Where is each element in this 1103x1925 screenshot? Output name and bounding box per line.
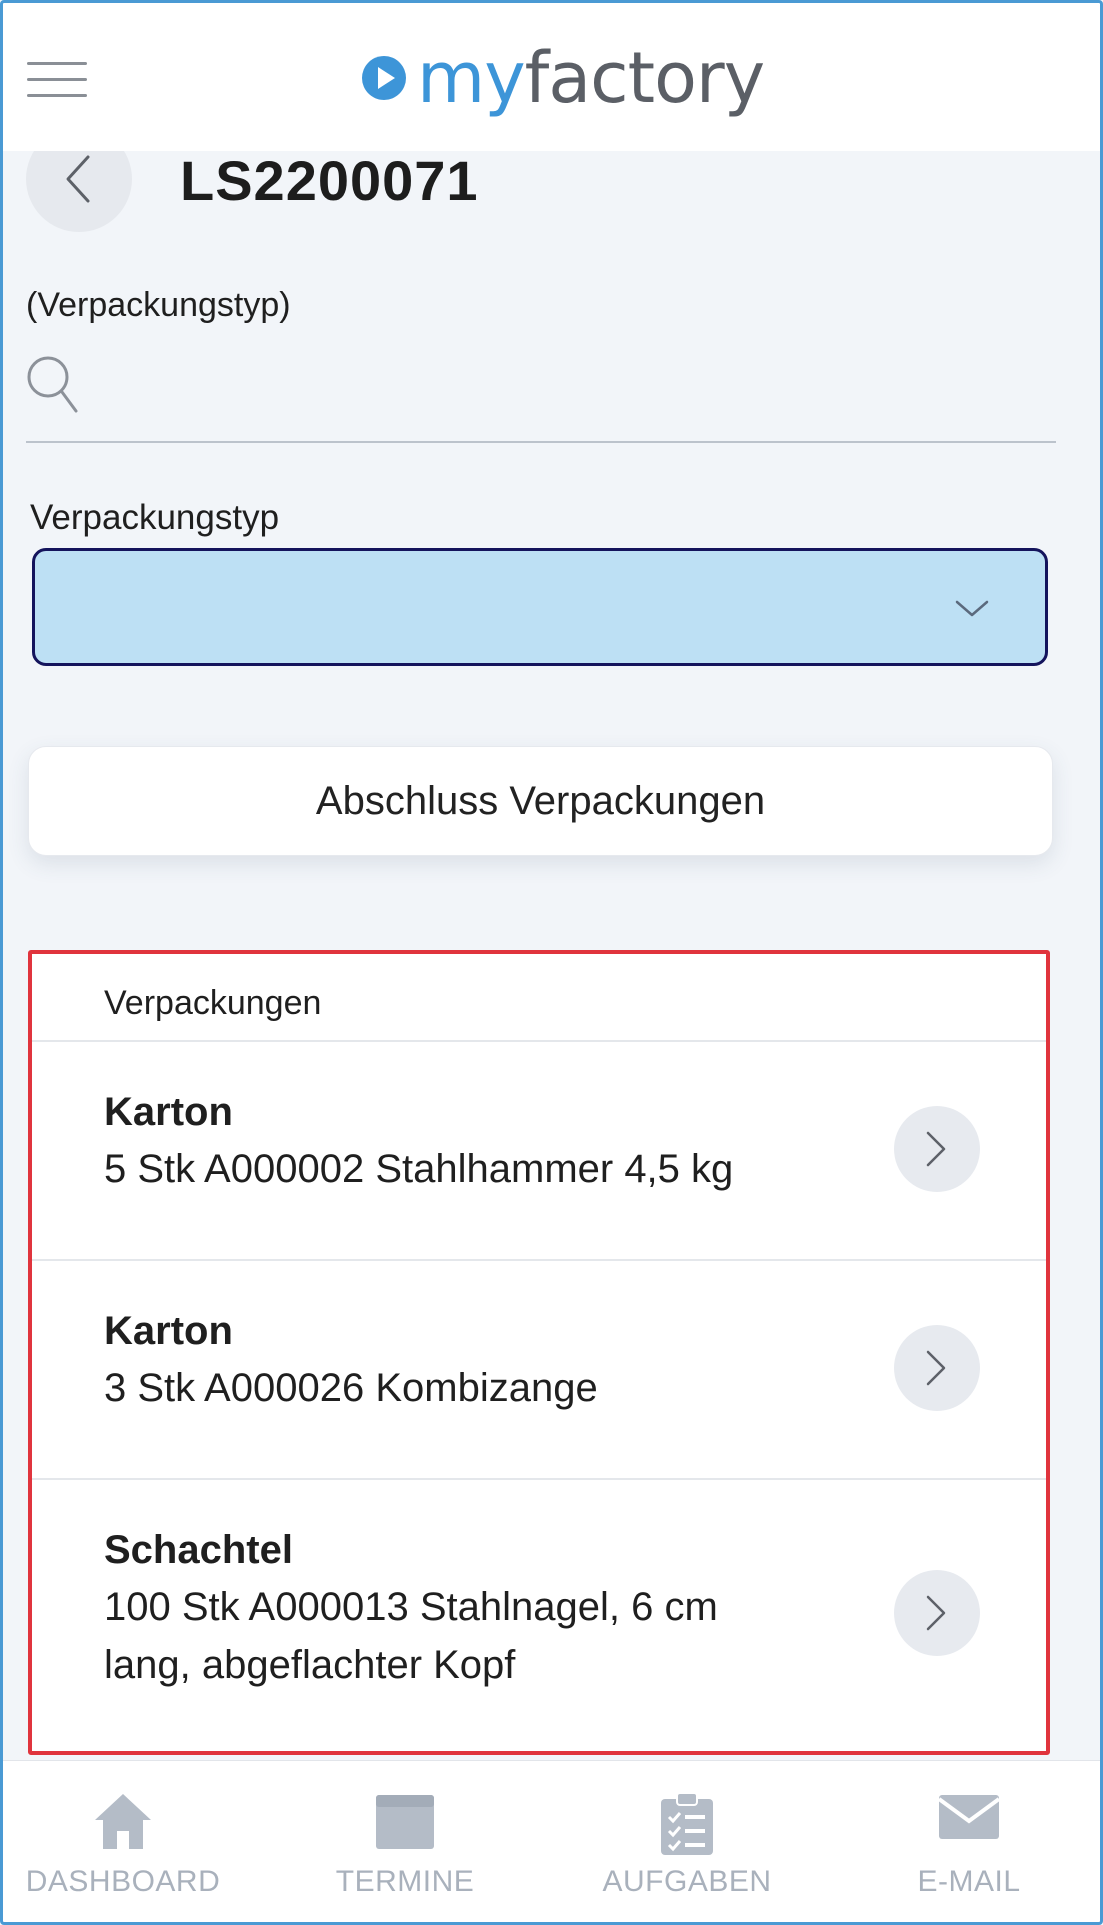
list-item[interactable]: Schachtel 100 Stk A000013 Stahlnagel, 6 …	[32, 1480, 1046, 1751]
nav-dashboard[interactable]: DASHBOARD	[3, 1761, 243, 1923]
verpackungstyp-select[interactable]	[32, 548, 1048, 666]
play-logo-icon	[362, 56, 406, 100]
list-item-description: 100 Stk A000013 Stahlnagel, 6 cm lang, a…	[104, 1585, 718, 1687]
abschluss-verpackungen-button[interactable]: Abschluss Verpackungen	[28, 746, 1053, 856]
nav-dashboard-label: DASHBOARD	[25, 1865, 221, 1898]
menu-icon[interactable]	[27, 58, 87, 102]
list-item-title: Karton	[104, 1309, 233, 1353]
chevron-right-icon	[926, 1131, 946, 1167]
list-header: Verpackungen	[32, 954, 1046, 1042]
list-item-description: 5 Stk A000002 Stahlhammer 4,5 kg	[104, 1147, 734, 1191]
nav-termine-label: TERMINE	[335, 1865, 475, 1898]
list-item-description: 3 Stk A000026 Kombizange	[104, 1366, 598, 1410]
page-title: LS2200071	[180, 149, 479, 212]
nav-email[interactable]: E-MAIL	[849, 1761, 1089, 1923]
myfactory-logo: myfactory	[361, 33, 766, 123]
list-header-label: Verpackungen	[104, 984, 322, 1022]
home-icon	[95, 1794, 151, 1849]
list-item[interactable]: Karton 5 Stk A000002 Stahlhammer 4,5 kg	[32, 1042, 1046, 1261]
mail-icon	[937, 1795, 1001, 1839]
select-label: Verpackungstyp	[30, 498, 280, 537]
list-item-title: Karton	[104, 1090, 233, 1134]
chevron-right-icon	[926, 1595, 946, 1631]
list-item[interactable]: Karton 3 Stk A000026 Kombizange	[32, 1261, 1046, 1480]
list-item-open-button[interactable]	[894, 1106, 980, 1192]
logo-text-my: my	[417, 37, 526, 119]
search-label: (Verpackungstyp)	[26, 286, 291, 324]
search-icon	[27, 356, 78, 413]
list-item-open-button[interactable]	[894, 1325, 980, 1411]
list-item-open-button[interactable]	[894, 1570, 980, 1656]
search-input[interactable]	[96, 353, 1040, 415]
nav-aufgaben-label: AUFGABEN	[602, 1865, 772, 1898]
logo-text-factory: factory	[524, 37, 766, 119]
nav-termine[interactable]: TERMINE	[285, 1761, 525, 1923]
nav-aufgaben[interactable]: AUFGABEN	[567, 1761, 807, 1923]
nav-email-label: E-MAIL	[917, 1865, 1021, 1898]
bottom-navigation: DASHBOARD TERMINE AUFGABEN E-MAIL	[3, 1760, 1100, 1923]
chevron-left-icon	[66, 155, 90, 203]
chevron-down-icon	[955, 600, 989, 617]
list-item-title: Schachtel	[104, 1528, 293, 1572]
calendar-icon	[376, 1795, 434, 1849]
clipboard-icon	[661, 1792, 713, 1855]
verpackungen-list: Verpackungen Karton 5 Stk A000002 Stahlh…	[28, 950, 1050, 1755]
app-header: myfactory	[3, 3, 1100, 151]
search-field[interactable]	[26, 345, 1056, 443]
chevron-right-icon	[926, 1350, 946, 1386]
